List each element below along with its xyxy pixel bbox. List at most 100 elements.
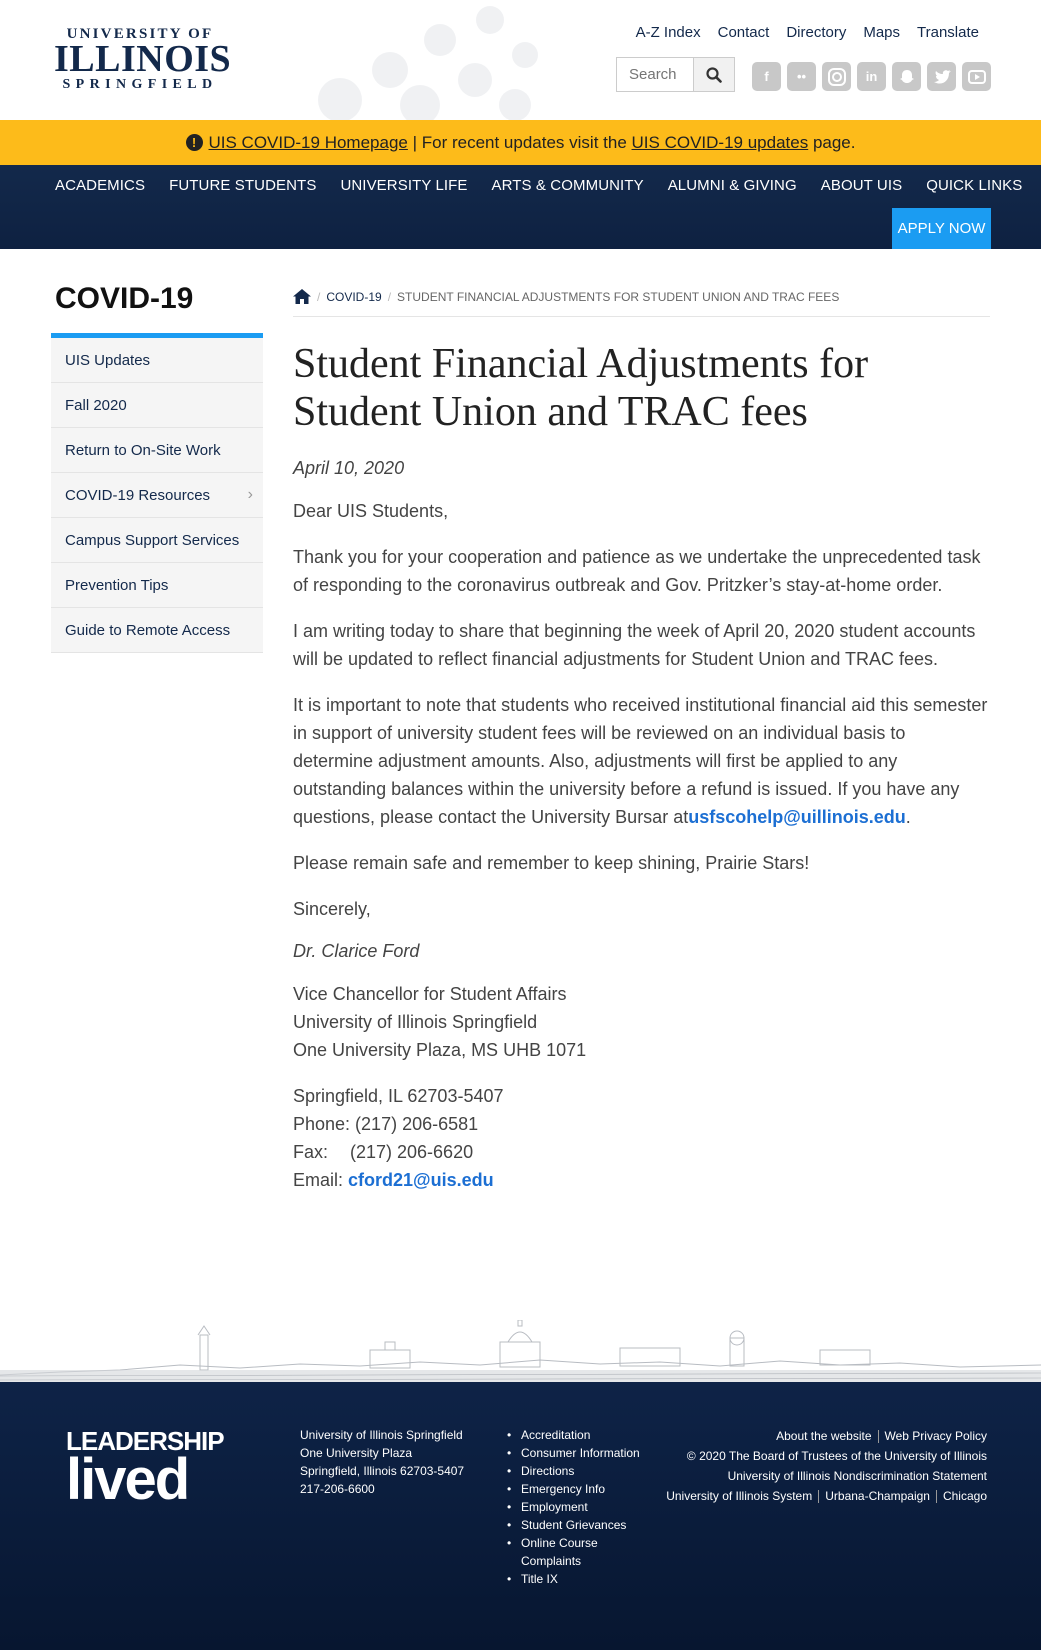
breadcrumb-separator: /	[387, 290, 392, 304]
sidebar-item-prevention-tips[interactable]: Prevention Tips	[51, 563, 263, 608]
nav-alumni-giving[interactable]: ALUMNI & GIVING	[668, 177, 797, 194]
flickr-icon[interactable]: ••	[787, 62, 816, 91]
divider	[877, 1430, 879, 1444]
signature-block: Vice Chancellor for Student Affairs Univ…	[293, 980, 990, 1064]
nav-quick-links[interactable]: QUICK LINKS	[926, 177, 1022, 194]
signer-email-link[interactable]: cford21@uis.edu	[348, 1170, 494, 1190]
main-content: / COVID-19 / STUDENT FINANCIAL ADJUSTMEN…	[293, 289, 990, 1194]
sidebar: COVID-19 UIS Updates Fall 2020 Return to…	[51, 278, 263, 653]
contact-email: Email: cford21@uis.edu	[293, 1166, 990, 1194]
footer-link-accreditation[interactable]: Accreditation	[507, 1426, 651, 1444]
nav-university-life[interactable]: UNIVERSITY LIFE	[340, 177, 467, 194]
sidebar-item-uis-updates[interactable]: UIS Updates	[51, 338, 263, 383]
sidebar-item-label: Prevention Tips	[65, 576, 169, 594]
about-website-link[interactable]: About the website	[776, 1429, 871, 1443]
divider	[818, 1490, 820, 1504]
util-link-directory[interactable]: Directory	[786, 24, 846, 41]
util-link-translate[interactable]: Translate	[917, 24, 979, 41]
covid-homepage-link[interactable]: UIS COVID-19 Homepage	[209, 133, 408, 153]
snapchat-icon[interactable]	[892, 62, 921, 91]
sidebar-item-fall-2020[interactable]: Fall 2020	[51, 383, 263, 428]
utility-links: A-Z Index Contact Directory Maps Transla…	[636, 24, 979, 41]
nav-about-uis[interactable]: ABOUT UIS	[821, 177, 902, 194]
util-link-az-index[interactable]: A-Z Index	[636, 24, 701, 41]
banner-text: | For recent updates visit the	[407, 132, 632, 152]
copyright: © 2020 The Board of Trustees of the Univ…	[686, 1449, 987, 1463]
leadership-lived-logo[interactable]: LEADERSHIP lived	[66, 1428, 226, 1512]
breadcrumb: / COVID-19 / STUDENT FINANCIAL ADJUSTMEN…	[293, 289, 990, 317]
footer-address-line: Springfield, Illinois 62703-5407	[300, 1464, 465, 1478]
facebook-icon[interactable]: f	[752, 62, 781, 91]
paragraph-3: It is important to note that students wh…	[293, 691, 990, 831]
sidebar-item-label: COVID-19 Resources	[65, 486, 211, 504]
sidebar-item-label: Guide to Remote Access	[65, 621, 231, 639]
nav-academics[interactable]: ACADEMICS	[55, 177, 145, 194]
uis-logo[interactable]: UNIVERSITY OF ILLINOIS SPRINGFIELD	[54, 26, 232, 94]
bursar-email-link[interactable]: usfscohelp@uillinois.edu	[688, 807, 906, 827]
util-link-contact[interactable]: Contact	[718, 24, 770, 41]
youtube-icon[interactable]	[962, 62, 991, 91]
breadcrumb-separator: /	[317, 290, 321, 304]
fax-number: (217) 206-6620	[350, 1142, 474, 1162]
footer-link-online-complaints[interactable]: Online Course Complaints	[507, 1534, 651, 1570]
brand-line-2: lived	[66, 1447, 190, 1512]
divider	[935, 1490, 937, 1504]
header-decoration	[318, 6, 538, 120]
privacy-policy-link[interactable]: Web Privacy Policy	[885, 1429, 987, 1443]
footer-link-emergency-info[interactable]: Emergency Info	[507, 1480, 651, 1498]
greeting: Dear UIS Students,	[293, 501, 449, 521]
twitter-icon[interactable]	[927, 62, 956, 91]
apply-now-button[interactable]: APPLY NOW	[892, 208, 991, 249]
footer-legal-row-1: About the website Web Privacy Policy	[666, 1426, 987, 1446]
fax-label: Fax:	[293, 1142, 329, 1162]
paragraph-3-end: .	[905, 807, 911, 827]
paragraph-4: Please remain safe and remember to keep …	[293, 853, 810, 873]
sidebar-item-covid-resources[interactable]: COVID-19 Resources ›	[51, 473, 263, 518]
site-header: UNIVERSITY OF ILLINOIS SPRINGFIELD A-Z I…	[0, 0, 1041, 120]
footer-link-directions[interactable]: Directions	[507, 1462, 651, 1480]
instagram-icon[interactable]	[822, 62, 851, 91]
sidebar-item-label: Return to On-Site Work	[65, 441, 221, 459]
util-link-maps[interactable]: Maps	[863, 24, 900, 41]
ui-system-link[interactable]: University of Illinois System	[666, 1489, 812, 1503]
paragraph-2: I am writing today to share that beginni…	[293, 621, 976, 669]
urbana-link[interactable]: Urbana-Champaign	[825, 1489, 930, 1503]
footer-address-line: University of Illinois Springfield	[300, 1428, 463, 1442]
sidebar-item-campus-support[interactable]: Campus Support Services	[51, 518, 263, 563]
footer-link-title-ix[interactable]: Title IX	[507, 1570, 651, 1588]
nondiscrimination-link[interactable]: University of Illinois Nondiscrimination…	[666, 1466, 987, 1486]
contact-block: Springfield, IL 62703-5407 Phone: (217) …	[293, 1082, 990, 1194]
banner-text-end: page.	[808, 132, 856, 152]
sidebar-title: COVID-19	[55, 282, 194, 315]
footer-link-student-grievances[interactable]: Student Grievances	[507, 1516, 651, 1534]
site-footer: LEADERSHIP lived University of Illinois …	[0, 1382, 1041, 1650]
linkedin-icon[interactable]: in	[857, 62, 886, 91]
main-navigation: ACADEMICS FUTURE STUDENTS UNIVERSITY LIF…	[0, 165, 1041, 249]
logo-line-2: ILLINOIS	[54, 38, 232, 80]
nav-arts-community[interactable]: ARTS & COMMUNITY	[492, 177, 644, 194]
nav-future-students[interactable]: FUTURE STUDENTS	[169, 177, 316, 194]
page-title: Student Financial Adjustments for Studen…	[293, 341, 869, 435]
sidebar-item-label: Campus Support Services	[65, 531, 240, 549]
breadcrumb-covid-link[interactable]: COVID-19	[326, 290, 381, 304]
search-button[interactable]	[693, 58, 734, 91]
sidebar-item-remote-access[interactable]: Guide to Remote Access	[51, 608, 263, 653]
sidebar-item-return-to-work[interactable]: Return to On-Site Work	[51, 428, 263, 473]
contact-city: Springfield, IL 62703-5407	[293, 1086, 504, 1106]
sidebar-item-label: UIS Updates	[65, 351, 151, 369]
sidebar-item-label: Fall 2020	[65, 396, 127, 414]
signer-title: Vice Chancellor for Student Affairs	[293, 984, 567, 1004]
alert-icon: !	[185, 134, 203, 151]
campus-skyline-illustration	[0, 1320, 1041, 1382]
footer-link-consumer-info[interactable]: Consumer Information	[507, 1444, 651, 1462]
main-nav-items: ACADEMICS FUTURE STUDENTS UNIVERSITY LIF…	[55, 177, 1022, 194]
covid-updates-link[interactable]: UIS COVID-19 updates	[632, 133, 809, 153]
search-input[interactable]	[617, 58, 693, 91]
chicago-link[interactable]: Chicago	[943, 1489, 987, 1503]
contact-phone: Phone: (217) 206-6581	[293, 1114, 479, 1134]
chevron-right-icon: ›	[247, 486, 253, 503]
home-icon[interactable]	[293, 289, 311, 304]
article-date: April 10, 2020	[293, 458, 405, 478]
search-form	[616, 57, 735, 92]
footer-link-employment[interactable]: Employment	[507, 1498, 651, 1516]
